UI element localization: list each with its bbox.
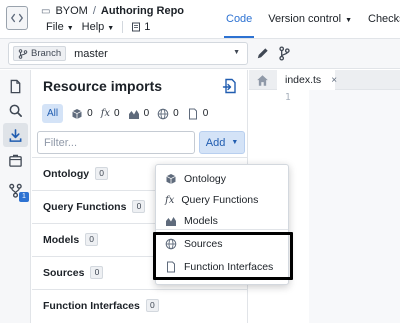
left-rail: 1 <box>0 70 31 323</box>
filter-ontology[interactable]: 0 <box>71 104 93 123</box>
rail-branches[interactable]: 1 <box>3 178 29 202</box>
edit-icon[interactable] <box>255 46 270 61</box>
code-brackets-icon[interactable] <box>6 6 28 30</box>
menu-item-ontology[interactable]: Ontology <box>165 173 226 185</box>
type-filters: All 0 fx 0 0 0 0 <box>42 104 208 123</box>
code-area[interactable] <box>309 90 400 323</box>
tab-checks[interactable]: Checks <box>360 0 400 38</box>
filter-models[interactable]: 0 <box>128 104 149 123</box>
editor-tabs: index.ts × <box>249 70 400 90</box>
highlight-annotation-box <box>153 232 293 280</box>
line-number: 1 <box>285 92 291 103</box>
panel-title: Resource imports <box>43 78 163 94</box>
rail-files[interactable] <box>3 74 28 98</box>
section-count: 0 <box>95 167 109 180</box>
rail-libraries[interactable] <box>3 148 28 172</box>
section-function-interfaces[interactable]: Function Interfaces 0 <box>32 289 248 321</box>
add-button[interactable]: Add ▼ <box>199 131 245 154</box>
caret-down-icon: ▼ <box>231 139 239 146</box>
cube-icon <box>166 174 176 184</box>
rail-search[interactable] <box>3 98 28 122</box>
filter-sources[interactable]: 0 <box>157 104 179 123</box>
home-icon <box>256 74 268 86</box>
tab-code[interactable]: Code <box>218 0 260 38</box>
breadcrumb-separator: / <box>92 5 96 17</box>
package-icon <box>9 154 22 167</box>
menu-item-query-functions[interactable]: fx Query Functions <box>165 194 258 206</box>
menu-item-models[interactable]: Models <box>165 215 218 227</box>
editor-file-tab[interactable]: index.ts × <box>277 70 337 90</box>
model-icon <box>128 109 139 119</box>
nav-tabs: Code Version control▼ Checks <box>218 0 400 38</box>
chevron-down-icon: ▼ <box>107 25 115 32</box>
document-icon <box>10 79 21 93</box>
menu-divider <box>156 229 288 230</box>
chevron-down-icon: ▼ <box>66 25 74 32</box>
rail-resource-imports[interactable] <box>3 123 28 147</box>
import-file-icon[interactable] <box>222 78 238 94</box>
files-icon <box>132 22 141 32</box>
section-count: 0 <box>90 266 104 279</box>
filter-functions[interactable]: fx 0 <box>101 104 120 123</box>
home-tab[interactable] <box>249 70 275 90</box>
file-count[interactable]: 1 <box>131 21 150 33</box>
menu-divider <box>122 21 124 33</box>
filter-input[interactable] <box>37 131 195 154</box>
branch-bar: Branch master ▼ <box>0 39 400 69</box>
fx-icon: fx <box>100 108 111 119</box>
section-count: 0 <box>145 299 159 312</box>
branch-name: master <box>74 47 108 60</box>
chevron-down-icon: ▼ <box>233 49 240 56</box>
search-icon <box>9 104 22 117</box>
section-count: 0 <box>85 233 99 246</box>
breadcrumb-folder[interactable]: BYOM <box>55 5 87 17</box>
repo-title[interactable]: Authoring Repo <box>101 5 184 17</box>
folder-icon: ▭ <box>41 5 51 17</box>
breadcrumb: ▭ BYOM / Authoring Repo <box>41 5 184 17</box>
git-new-branch-icon[interactable] <box>277 46 292 61</box>
top-bar: ▭ BYOM / Authoring Repo File ▼ Help ▼ 1 Co… <box>0 0 400 39</box>
file-menu[interactable]: File ▼ <box>46 21 74 33</box>
menu-bar: File ▼ Help ▼ 1 <box>46 21 150 33</box>
rail-badge: 1 <box>19 192 29 202</box>
globe-icon <box>157 108 169 119</box>
close-icon[interactable]: × <box>331 75 337 86</box>
branch-tag: Branch <box>13 46 67 61</box>
git-branch-icon <box>18 48 28 59</box>
cube-icon <box>72 108 82 119</box>
help-menu[interactable]: Help ▼ <box>82 21 115 33</box>
model-icon <box>166 217 176 226</box>
fx-icon: fx <box>165 194 175 206</box>
document-icon <box>188 108 197 119</box>
tab-version-control[interactable]: Version control ▼ <box>260 0 360 38</box>
filter-all[interactable]: All <box>42 104 64 123</box>
section-count: 0 <box>132 200 146 213</box>
import-icon <box>9 128 22 142</box>
chevron-down-icon: ▼ <box>345 17 352 24</box>
filter-interfaces[interactable]: 0 <box>187 104 208 123</box>
branch-selector[interactable]: Branch master ▼ <box>8 42 248 65</box>
